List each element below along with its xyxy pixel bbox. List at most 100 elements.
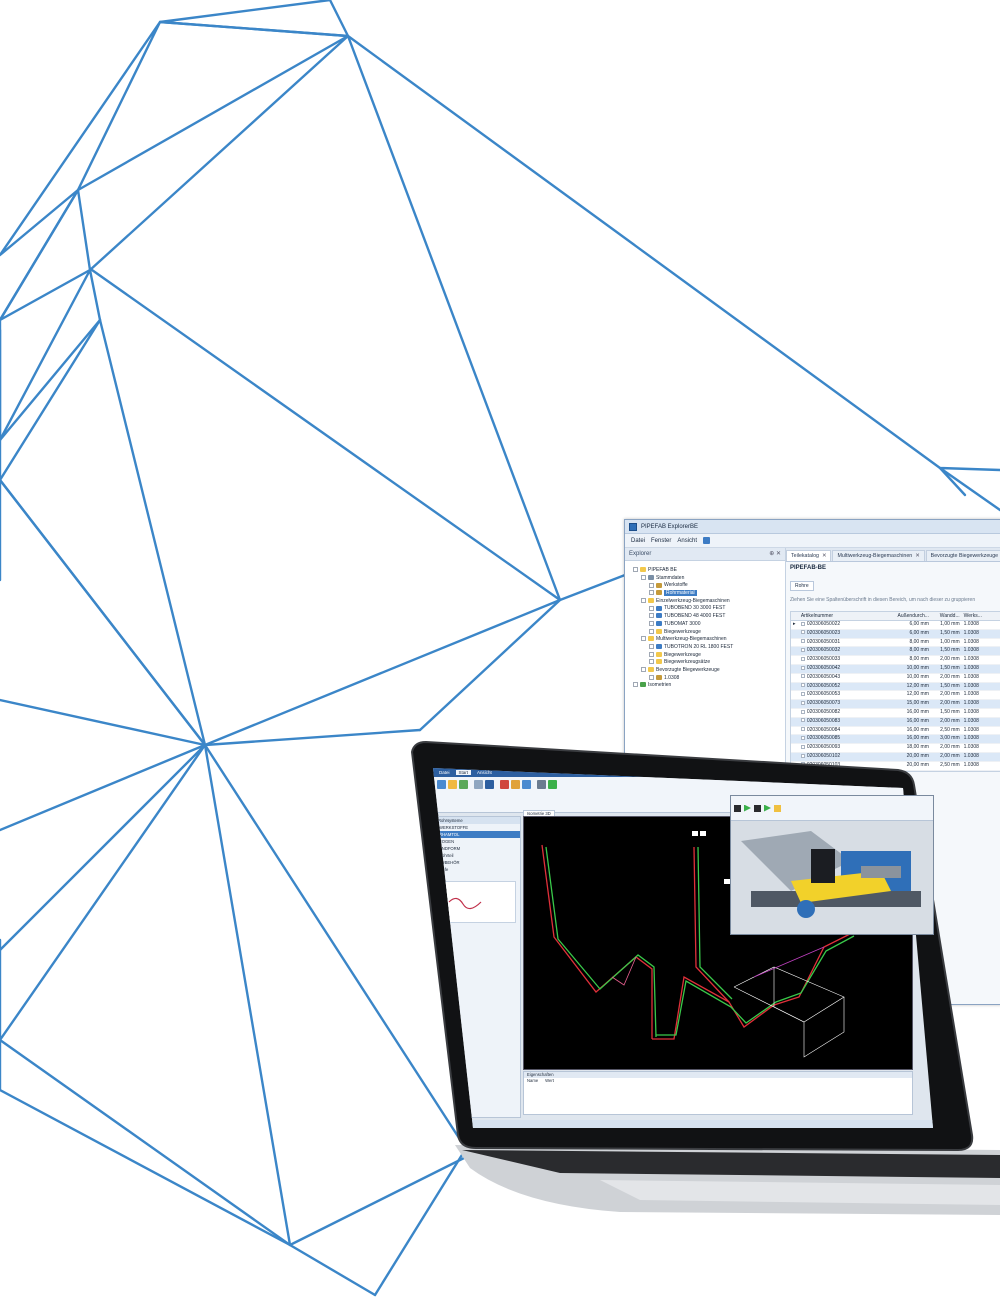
tree-node[interactable]: Einzelwerkzeug-Biegemaschinen	[625, 598, 785, 606]
export-icon[interactable]	[485, 780, 494, 789]
row-checkbox[interactable]	[800, 753, 805, 758]
expand-toggle-icon[interactable]	[649, 613, 654, 619]
tree-node[interactable]: 1.0308	[625, 675, 785, 683]
close-tab-icon[interactable]: ✕	[822, 553, 826, 559]
row-checkbox[interactable]	[800, 692, 805, 697]
table-row[interactable]: 020306050043 10,00 mm 2,00 mm 1.0308	[791, 674, 1000, 683]
tree-node[interactable]: PIPEFAB BE	[625, 567, 785, 575]
table-row[interactable]: 020306050031 8,00 mm 1,00 mm 1.0308	[791, 639, 1000, 648]
table-row[interactable]: 020306050093 18,00 mm 2,00 mm 1.0308	[791, 744, 1000, 753]
menu-datei[interactable]: Datei	[631, 538, 645, 544]
table-row[interactable]: 020306050032 8,00 mm 1,50 mm 1.0308	[791, 647, 1000, 657]
expand-toggle-icon[interactable]	[649, 582, 654, 588]
left-item[interactable]: Rohrteil	[436, 852, 520, 859]
table-row[interactable]: 020306050053 12,00 mm 2,00 mm 1.0308	[791, 691, 1000, 701]
tree-node[interactable]: Biegewerkzeugsätze	[625, 659, 785, 667]
row-checkbox[interactable]	[800, 674, 805, 679]
row-checkbox[interactable]	[800, 727, 805, 732]
table-row[interactable]: 020306050073 15,00 mm 2,00 mm 1.0308	[791, 700, 1000, 709]
table-row[interactable]: ▸ 020306050022 6,00 mm 1,00 mm 1.0308	[791, 621, 1000, 630]
measure-icon[interactable]	[522, 780, 531, 789]
bend-icon[interactable]	[511, 780, 520, 789]
step-forward-icon[interactable]	[764, 804, 771, 812]
row-checkbox[interactable]	[800, 648, 805, 653]
menu-ansicht[interactable]: Ansicht	[677, 538, 697, 544]
tree-node[interactable]: Biegewerkzeuge	[625, 652, 785, 660]
table-row[interactable]: 020306050023 6,00 mm 1,50 mm 1.0308	[791, 629, 1000, 639]
table-row[interactable]: 020306050102 20,00 mm 2,00 mm 1.0308	[791, 752, 1000, 762]
expand-toggle-icon[interactable]	[649, 674, 654, 680]
save-icon[interactable]	[459, 780, 468, 789]
column-aussendurchmesser[interactable]: Außendurch...	[891, 612, 931, 620]
table-row[interactable]: 020306050052 12,00 mm 1,50 mm 1.0308	[791, 682, 1000, 692]
tree-node[interactable]: TUBOBEND 48 4000 FEST	[625, 613, 785, 621]
tree-node[interactable]: Rohrmaterial	[625, 590, 785, 598]
tree-node[interactable]: TUBOTRON 20 RL 1800 FEST	[625, 644, 785, 652]
help-icon[interactable]	[703, 537, 711, 544]
tree-node[interactable]: Biegewerkzeuge	[625, 629, 785, 637]
expand-toggle-icon[interactable]	[649, 590, 654, 596]
left-item[interactable]: ZUBEHÖR	[436, 859, 520, 866]
row-checkbox[interactable]	[800, 718, 805, 723]
row-checkbox[interactable]	[800, 683, 805, 688]
table-row[interactable]: 020306050083 16,00 mm 2,00 mm 1.0308	[791, 717, 1000, 727]
new-icon[interactable]	[437, 780, 446, 789]
ribbon-tab-ansicht[interactable]: Ansicht	[477, 770, 492, 775]
left-item[interactable]: Mufe	[436, 866, 520, 873]
close-icon[interactable]: ✕	[776, 551, 781, 557]
row-checkbox[interactable]	[800, 744, 805, 749]
expand-toggle-icon[interactable]	[649, 605, 654, 611]
tree-node[interactable]: Isometrien	[625, 682, 785, 690]
pipe-icon[interactable]	[500, 780, 509, 789]
row-checkbox[interactable]	[800, 656, 805, 661]
expand-toggle-icon[interactable]	[649, 659, 654, 665]
expand-toggle-icon[interactable]	[649, 628, 654, 634]
row-checkbox[interactable]	[800, 762, 805, 767]
close-tab-icon[interactable]: ✕	[915, 553, 919, 559]
tree-node[interactable]: Multiwerkzeug-Biegemaschinen	[625, 636, 785, 644]
column-wanddicke[interactable]: Wandd...	[931, 612, 962, 620]
table-row[interactable]: 020306050103 20,00 mm 2,50 mm 1.0308	[791, 762, 1000, 771]
import-icon[interactable]	[474, 780, 483, 789]
open-icon[interactable]	[448, 780, 457, 789]
tree-node[interactable]: Stammdaten	[625, 575, 785, 583]
expand-toggle-icon[interactable]	[641, 636, 646, 642]
expand-toggle-icon[interactable]	[641, 574, 646, 580]
highlight-icon[interactable]	[774, 804, 781, 812]
table-row[interactable]: 020306050082 16,00 mm 1,50 mm 1.0308	[791, 709, 1000, 718]
tab-multiwerkzeug[interactable]: Multiwerkzeug-Biegemaschinen ✕	[832, 550, 925, 561]
row-checkbox[interactable]	[800, 621, 805, 626]
left-item[interactable]: ENDFORM	[436, 845, 520, 852]
left-item[interactable]: BOGEN	[436, 838, 520, 845]
row-checkbox[interactable]	[800, 630, 805, 635]
expand-toggle-icon[interactable]	[633, 682, 638, 688]
menu-fenster[interactable]: Fenster	[651, 538, 671, 544]
expand-toggle-icon[interactable]	[633, 567, 638, 573]
tab-teilekatalog[interactable]: Teilekatalog ✕	[786, 550, 832, 561]
row-checkbox[interactable]	[800, 665, 805, 670]
expand-toggle-icon[interactable]	[641, 667, 646, 673]
ribbon-tab-start[interactable]: Start	[455, 770, 472, 775]
table-row[interactable]: 020306050085 16,00 mm 3,00 mm 1.0308	[791, 735, 1000, 745]
table-row[interactable]: 020306050042 10,00 mm 1,50 mm 1.0308	[791, 664, 1000, 674]
machine-icon[interactable]	[537, 780, 546, 789]
filter-rohre-button[interactable]: Rohre	[790, 581, 814, 591]
expand-toggle-icon[interactable]	[649, 620, 654, 626]
table-row[interactable]: 020306050084 16,00 mm 2,50 mm 1.0308	[791, 727, 1000, 736]
row-checkbox[interactable]	[800, 700, 805, 705]
row-checkbox[interactable]	[800, 736, 805, 741]
stop-icon[interactable]	[734, 804, 741, 812]
ribbon-tab-datei[interactable]: Datei	[439, 770, 450, 775]
pin-icon[interactable]: ⊕	[769, 551, 774, 557]
play-icon[interactable]	[744, 804, 751, 812]
left-item[interactable]: RHAMTOL	[436, 831, 520, 838]
simulate-icon[interactable]	[548, 780, 557, 789]
left-item[interactable]: WERKSTOFFE	[436, 824, 520, 831]
tree-node[interactable]: TUBOBEND 30 3000 FEST	[625, 605, 785, 613]
row-checkbox[interactable]	[800, 639, 805, 644]
table-row[interactable]: 020306050033 8,00 mm 2,00 mm 1.0308	[791, 656, 1000, 665]
tree-node[interactable]: TUBOMAT 3000	[625, 621, 785, 629]
column-artikelnummer[interactable]: Artikelnummer	[799, 612, 891, 620]
tree-node[interactable]: Bevorzugte Biegewerkzeuge	[625, 667, 785, 675]
pause-icon[interactable]	[754, 804, 761, 812]
